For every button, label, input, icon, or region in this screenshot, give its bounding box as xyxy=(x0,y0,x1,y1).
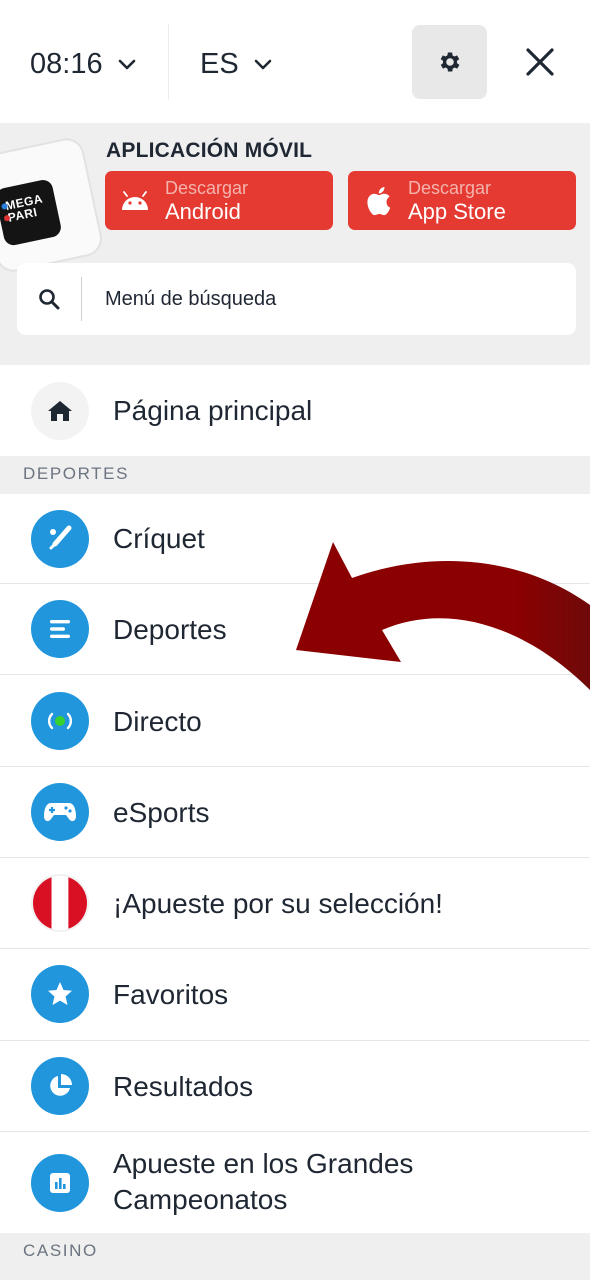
gamepad-icon xyxy=(31,783,89,841)
menu-item-sports[interactable]: Deportes xyxy=(0,584,590,674)
section-header-sports: DEPORTES xyxy=(0,456,590,494)
menu-item-label: Críquet xyxy=(113,523,205,554)
download-appstore-line2: App Store xyxy=(408,198,506,224)
chevron-down-icon xyxy=(118,59,135,70)
home-icon xyxy=(31,382,89,440)
menu-item-label: Apueste en los Grandes Campeonatos xyxy=(113,1148,414,1215)
download-android-line1: Descargar xyxy=(165,177,249,198)
phone-illustration: MEGA PARI xyxy=(0,135,106,275)
menu-item-bet-selection[interactable]: ¡Apueste por su selección! xyxy=(0,858,590,948)
search-placeholder: Menú de búsqueda xyxy=(105,287,277,310)
search-input[interactable]: Menú de búsqueda xyxy=(17,263,576,335)
app-banner: MEGA PARI APLICACIÓN MÓVIL Descargar And… xyxy=(0,123,590,365)
pie-chart-icon xyxy=(31,1057,89,1115)
menu-item-label: Página principal xyxy=(113,395,313,426)
search-divider xyxy=(81,277,82,321)
menu-item-results[interactable]: Resultados xyxy=(0,1041,590,1131)
gear-icon xyxy=(440,52,459,72)
section-title: CASINO xyxy=(23,1241,98,1260)
menu-item-label: Favoritos xyxy=(113,979,229,1010)
close-button[interactable] xyxy=(520,42,560,82)
menu-item-cricket[interactable]: Críquet xyxy=(0,494,590,583)
menu-item-label: eSports xyxy=(113,797,210,828)
megapari-logo: MEGA PARI xyxy=(0,178,63,247)
apple-icon xyxy=(367,186,391,215)
search-icon xyxy=(39,289,60,310)
top-bar: 08:16 ES xyxy=(0,0,590,123)
android-icon xyxy=(122,190,148,210)
language-value: ES xyxy=(200,47,239,80)
bar-chart-icon xyxy=(31,1154,89,1212)
section-title: DEPORTES xyxy=(23,464,130,483)
menu-item-home[interactable]: Página principal xyxy=(0,365,590,456)
download-android-line2: Android xyxy=(165,198,241,224)
download-appstore-button[interactable]: Descargar App Store xyxy=(348,171,576,230)
live-icon xyxy=(31,692,89,750)
menu-item-label: ¡Apueste por su selección! xyxy=(113,888,443,919)
menu-item-favorites[interactable]: Favoritos xyxy=(0,949,590,1040)
language-selector[interactable]: ES xyxy=(200,44,273,84)
peru-flag-icon xyxy=(31,874,89,932)
cricket-icon xyxy=(31,510,89,568)
star-icon xyxy=(31,965,89,1023)
menu-item-label: Deportes xyxy=(113,614,227,645)
time-selector[interactable]: 08:16 xyxy=(30,44,137,84)
menu-item-label: Resultados xyxy=(113,1071,254,1102)
menu-item-big-championships[interactable]: Apueste en los Grandes Campeonatos xyxy=(0,1132,590,1233)
settings-button[interactable] xyxy=(412,25,487,99)
download-android-button[interactable]: Descargar Android xyxy=(105,171,333,230)
download-appstore-line1: Descargar xyxy=(408,177,492,198)
menu-item-esports[interactable]: eSports xyxy=(0,767,590,857)
time-value: 08:16 xyxy=(30,47,103,80)
menu-item-label: Directo xyxy=(113,706,202,737)
close-icon xyxy=(526,48,554,76)
chevron-down-icon xyxy=(254,59,271,70)
sports-list-icon xyxy=(31,600,89,658)
divider xyxy=(168,24,169,100)
menu-item-live[interactable]: Directo xyxy=(0,675,590,766)
section-header-casino: CASINO xyxy=(0,1233,590,1280)
app-banner-title: APLICACIÓN MÓVIL xyxy=(106,139,313,162)
